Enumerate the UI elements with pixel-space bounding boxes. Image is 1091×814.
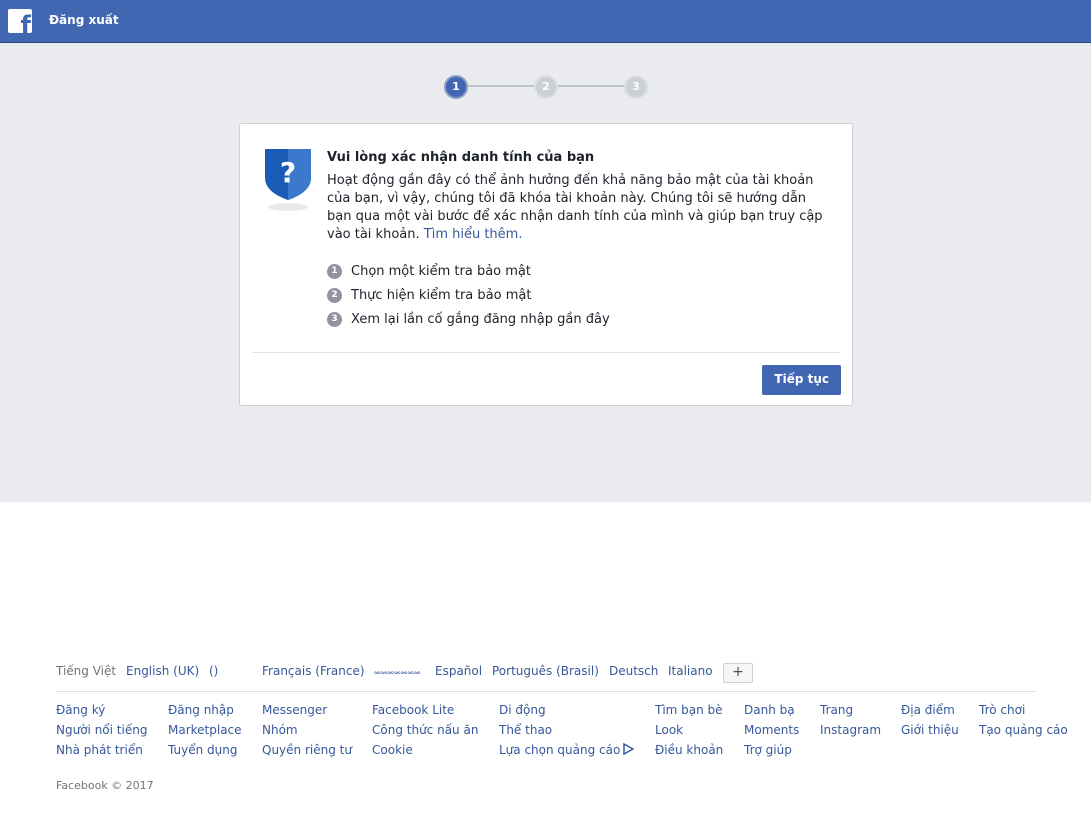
step-3-indicator: 3: [624, 75, 648, 99]
footer-link-column: Đăng ký Người nổi tiếng Nhà phát triển: [56, 700, 147, 760]
footer-link-column: Trang Instagram: [820, 700, 881, 740]
footer-link[interactable]: Đăng ký: [56, 700, 147, 720]
step-label: Thực hiện kiểm tra bảo mật: [351, 287, 532, 303]
footer-link[interactable]: Nhà phát triển: [56, 740, 147, 760]
step-connector: [558, 85, 624, 87]
learn-more-link[interactable]: Tìm hiểu thêm.: [424, 227, 523, 242]
footer-link[interactable]: Đăng nhập: [168, 700, 242, 720]
facebook-logo-icon[interactable]: f: [8, 9, 32, 33]
footer-link[interactable]: Messenger: [262, 700, 352, 720]
language-link[interactable]: Português (Brasil): [492, 664, 599, 678]
footer-link[interactable]: Danh bạ: [744, 700, 799, 720]
footer-link[interactable]: Nhóm: [262, 720, 352, 740]
step-connector: [468, 85, 534, 87]
step-number-badge: 1: [327, 263, 342, 279]
svg-text:?: ?: [280, 156, 296, 189]
language-link[interactable]: (): [209, 664, 218, 678]
continue-button[interactable]: Tiếp tục: [762, 365, 841, 395]
ad-choices-icon: [623, 742, 635, 756]
page-footer: Tiếng Việt English (UK) () Français (Fra…: [56, 660, 1091, 792]
step-number-badge: 3: [327, 311, 342, 327]
footer-link[interactable]: Look: [655, 720, 723, 740]
card-description: Hoạt động gần đây có thể ảnh hưởng đến k…: [327, 172, 827, 244]
more-languages-button[interactable]: +: [723, 663, 753, 683]
footer-link[interactable]: Trợ giúp: [744, 740, 799, 760]
footer-link-column: Trò chơi Tạo quảng cáo: [979, 700, 1068, 740]
footer-link[interactable]: Marketplace: [168, 720, 242, 740]
footer-link-column: Facebook Lite Công thức nấu ăn Cookie: [372, 700, 478, 760]
language-selector-row: Tiếng Việt English (UK) () Français (Fra…: [56, 660, 1091, 684]
footer-link[interactable]: Người nổi tiếng: [56, 720, 147, 740]
footer-divider: [56, 691, 1036, 692]
language-link[interactable]: Français (France): [262, 664, 365, 678]
top-navigation-bar: f Đăng xuất: [0, 0, 1091, 43]
card-title: Vui lòng xác nhận danh tính của bạn: [327, 150, 595, 165]
steps-list: 1 Chọn một kiểm tra bảo mật 2 Thực hiện …: [327, 259, 610, 331]
footer-link[interactable]: Moments: [744, 720, 799, 740]
footer-link-column: Địa điểm Giới thiệu: [901, 700, 959, 740]
logout-link[interactable]: Đăng xuất: [49, 13, 119, 27]
footer-link-column: Đăng nhập Marketplace Tuyển dụng: [168, 700, 242, 760]
step-number-badge: 2: [327, 287, 342, 303]
footer-link[interactable]: Trang: [820, 700, 881, 720]
step-label: Chọn một kiểm tra bảo mật: [351, 263, 531, 279]
list-item: 3 Xem lại lần cố gắng đăng nhập gần đây: [327, 307, 610, 331]
list-item: 1 Chọn một kiểm tra bảo mật: [327, 259, 610, 283]
card-divider: [252, 352, 840, 353]
current-language: Tiếng Việt: [56, 664, 117, 678]
footer-link[interactable]: Quyền riêng tư: [262, 740, 352, 760]
copyright-text: Facebook © 2017: [56, 779, 154, 792]
footer-link[interactable]: Điều khoản: [655, 740, 723, 760]
footer-link[interactable]: Instagram: [820, 720, 881, 740]
footer-link-column: Di động Thể thao Lựa chọn quảng cáo: [499, 700, 635, 760]
ad-choices-link[interactable]: Lựa chọn quảng cáo: [499, 740, 635, 760]
language-link[interactable]: Italiano: [668, 664, 713, 678]
list-item: 2 Thực hiện kiểm tra bảo mật: [327, 283, 610, 307]
footer-link[interactable]: Giới thiệu: [901, 720, 959, 740]
footer-link[interactable]: Tìm bạn bè: [655, 700, 723, 720]
identity-confirmation-card: ? Vui lòng xác nhận danh tính của bạn Ho…: [239, 123, 853, 406]
footer-link-column: Tìm bạn bè Look Điều khoản: [655, 700, 723, 760]
footer-link[interactable]: Facebook Lite: [372, 700, 478, 720]
footer-link-column: Danh bạ Moments Trợ giúp: [744, 700, 799, 760]
security-shield-icon: ?: [265, 149, 311, 211]
language-link[interactable]: English (UK): [126, 664, 199, 678]
progress-stepper: 1 2 3: [444, 75, 648, 99]
footer-link-column: Messenger Nhóm Quyền riêng tư: [262, 700, 352, 760]
language-link[interactable]: 𝆘𝆘𝆘𝆘𝆘𝆘𝆘: [374, 664, 421, 679]
footer-link[interactable]: Tuyển dụng: [168, 740, 242, 760]
footer-link[interactable]: Tạo quảng cáo: [979, 720, 1068, 740]
step-1-indicator: 1: [444, 75, 468, 99]
language-link[interactable]: Español: [435, 664, 482, 678]
footer-link[interactable]: Di động: [499, 700, 634, 720]
description-text: Hoạt động gần đây có thể ảnh hưởng đến k…: [327, 173, 823, 242]
step-label: Xem lại lần cố gắng đăng nhập gần đây: [351, 311, 610, 327]
footer-link[interactable]: Trò chơi: [979, 700, 1068, 720]
step-2-indicator: 2: [534, 75, 558, 99]
footer-link[interactable]: Thể thao: [499, 720, 634, 740]
footer-link[interactable]: Cookie: [372, 740, 478, 760]
footer-link[interactable]: Công thức nấu ăn: [372, 720, 478, 740]
footer-link[interactable]: Địa điểm: [901, 700, 959, 720]
footer-link-label: Lựa chọn quảng cáo: [499, 743, 621, 757]
language-link[interactable]: Deutsch: [609, 664, 658, 678]
